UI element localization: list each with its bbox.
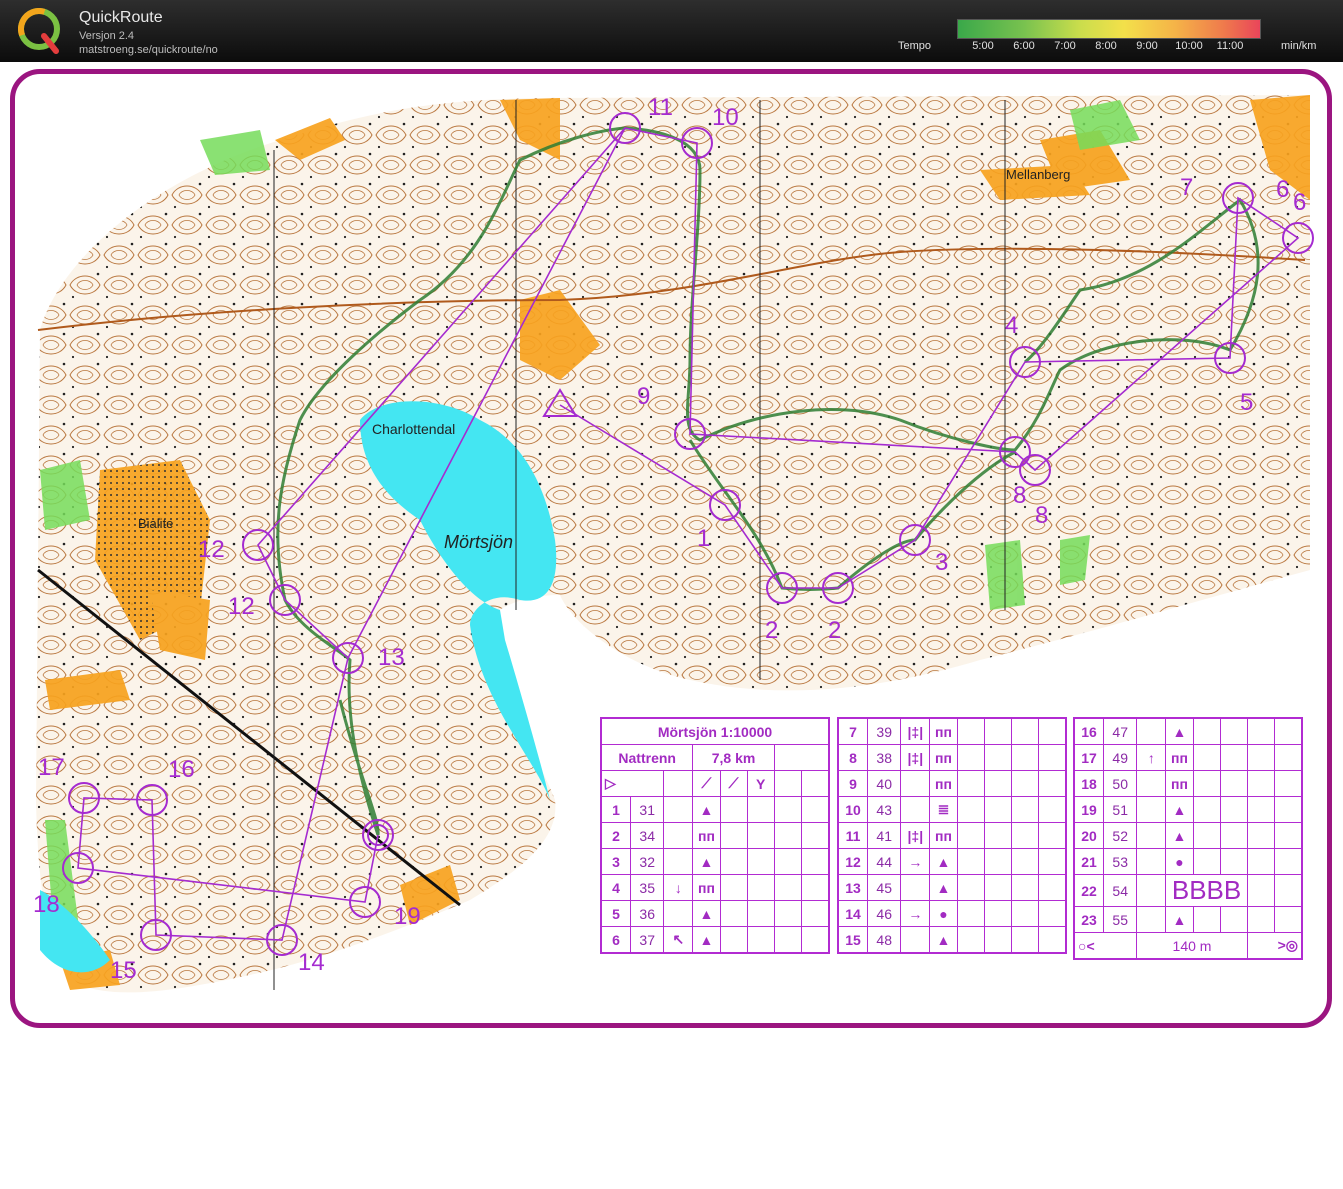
- description-row: 7 39 |‡| ᴨᴨ: [837, 717, 1067, 745]
- description-row: 10 43 ≣: [837, 796, 1067, 823]
- svg-text:5: 5: [1240, 389, 1253, 416]
- place-name: Charlottendal: [372, 421, 455, 437]
- start-triangle-icon: ▷: [600, 770, 665, 797]
- svg-text:18: 18: [33, 891, 60, 918]
- svg-text:10: 10: [712, 104, 739, 131]
- svg-text:6: 6: [1293, 189, 1306, 216]
- svg-text:7: 7: [1180, 174, 1193, 201]
- finish-start-icon: ○<: [1073, 932, 1138, 960]
- description-row: 6 37 ↖ ▲: [600, 926, 830, 954]
- description-row: 11 41 |‡| ᴨᴨ: [837, 822, 1067, 849]
- svg-text:8: 8: [1013, 482, 1026, 509]
- svg-text:4: 4: [1005, 312, 1018, 339]
- svg-text:2: 2: [828, 617, 841, 644]
- svg-text:1: 1: [697, 525, 710, 552]
- description-row: 22 54 BBBB: [1073, 874, 1303, 907]
- svg-text:8: 8: [1035, 502, 1048, 529]
- description-row: 16 47 ▲: [1073, 717, 1303, 745]
- svg-text:9: 9: [637, 383, 650, 410]
- svg-text:12: 12: [198, 536, 225, 563]
- place-name: Mellanberg: [1006, 167, 1070, 182]
- svg-text:17: 17: [38, 754, 65, 781]
- description-row: 1 31 ▲: [600, 796, 830, 823]
- control-description-table: Mörtsjön 1:10000 Nattrenn 7,8 km ▷ ⟋ ⟋ Y 1 31…: [600, 717, 830, 954]
- description-row: 8 38 |‡| ᴨᴨ: [837, 744, 1067, 771]
- description-row: 21 53 ●: [1073, 848, 1303, 875]
- place-name: Mörtsjön: [444, 532, 513, 552]
- svg-text:16: 16: [168, 756, 195, 783]
- description-row: 13 45 ▲: [837, 874, 1067, 901]
- svg-text:12: 12: [228, 593, 255, 620]
- orienteering-map[interactable]: 1 2 2 3 4 5 6 6 7 8 8 9 10 11 12 12 13 1…: [0, 0, 1343, 1189]
- description-row: 9 40 ᴨᴨ: [837, 770, 1067, 797]
- svg-text:2: 2: [765, 617, 778, 644]
- control-description-table: 16 47 ▲ 17 49 ↑ ᴨᴨ 18 50 ᴨᴨ 19 51 ▲ 20 52 ▲ 21 53 ● 2…: [1073, 717, 1303, 960]
- place-name: Bialite: [138, 516, 173, 531]
- description-row: 12 44 → ▲: [837, 848, 1067, 875]
- finish-circle-icon: >◎: [1246, 932, 1303, 960]
- svg-text:15: 15: [110, 957, 137, 984]
- finish-row: ○< 140 m >◎: [1073, 932, 1303, 960]
- description-row: 14 46 → ●: [837, 900, 1067, 927]
- course-length: 7,8 km: [692, 744, 775, 771]
- description-row: 17 49 ↑ ᴨᴨ: [1073, 744, 1303, 771]
- svg-text:3: 3: [935, 549, 948, 576]
- description-row: 15 48 ▲: [837, 926, 1067, 954]
- description-row: 5 36 ▲: [600, 900, 830, 927]
- description-row: 19 51 ▲: [1073, 796, 1303, 823]
- description-row: 18 50 ᴨᴨ: [1073, 770, 1303, 797]
- description-row: 4 35 ↓ ᴨᴨ: [600, 874, 830, 901]
- description-row: 23 55 ▲: [1073, 906, 1303, 933]
- svg-text:19: 19: [394, 903, 421, 930]
- svg-text:6: 6: [1276, 176, 1289, 203]
- description-row: 2 34 ᴨᴨ: [600, 822, 830, 849]
- svg-text:14: 14: [298, 949, 325, 976]
- course-class: Nattrenn: [600, 744, 694, 771]
- svg-text:11: 11: [648, 94, 673, 121]
- control-description-table: 7 39 |‡| ᴨᴨ 8 38 |‡| ᴨᴨ 9 40 ᴨᴨ 10 43 ≣ 11 41 |‡| ᴨᴨ …: [837, 717, 1067, 954]
- svg-text:13: 13: [378, 644, 405, 671]
- description-row: 20 52 ▲: [1073, 822, 1303, 849]
- course-title: Mörtsjön 1:10000: [600, 717, 830, 745]
- description-row: 3 32 ▲: [600, 848, 830, 875]
- finish-distance: 140 m: [1136, 932, 1248, 960]
